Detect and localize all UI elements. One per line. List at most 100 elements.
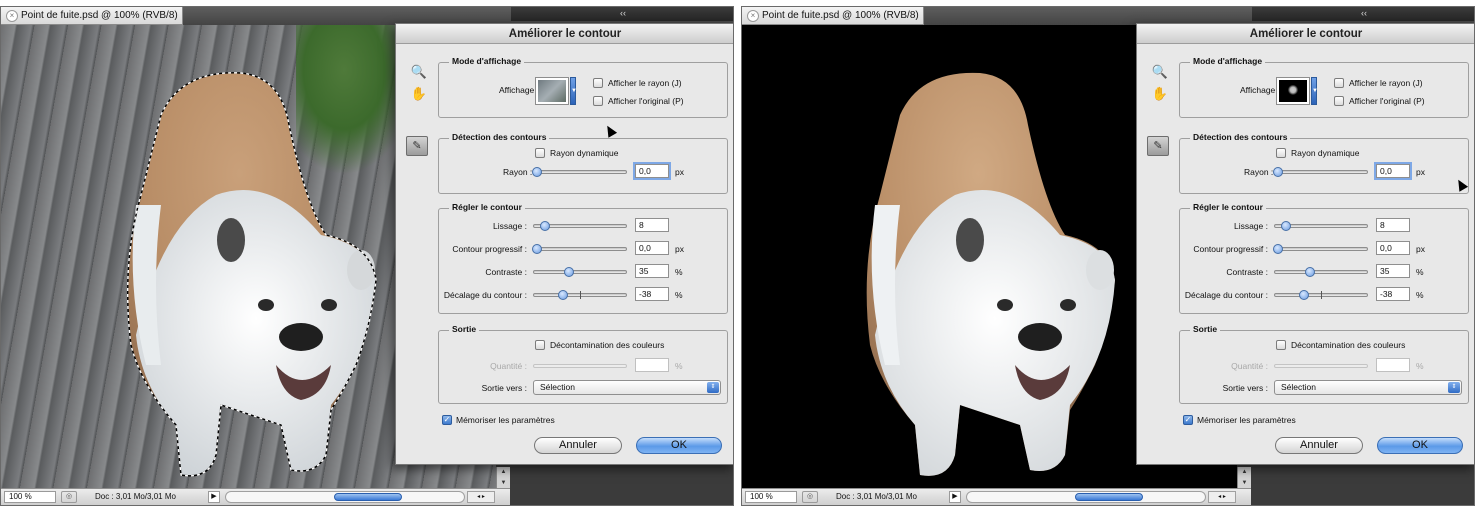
- adjust-edge-group: Régler le contour Lissage : 8 Contour pr…: [438, 202, 728, 314]
- feather-field[interactable]: 0,0: [1376, 241, 1410, 255]
- contrast-slider[interactable]: [533, 267, 627, 277]
- dog-image-on-black: [866, 72, 1115, 476]
- zoom-tool-icon[interactable]: 🔍: [410, 64, 428, 80]
- radius-slider[interactable]: [532, 167, 627, 177]
- zoom-field[interactable]: 100 %: [4, 491, 56, 503]
- radius-label: Rayon :: [1244, 167, 1274, 177]
- cancel-button[interactable]: Annuler: [1275, 437, 1363, 454]
- shift-edge-field[interactable]: -38: [635, 287, 669, 301]
- shift-edge-slider[interactable]: [1274, 290, 1368, 300]
- ok-button[interactable]: OK: [636, 437, 722, 454]
- feather-slider-knob[interactable]: [532, 244, 542, 254]
- document-tab[interactable]: × Point de fuite.psd @ 100% (RVB/8): [1, 7, 183, 25]
- output-to-label: Sortie vers :: [481, 383, 527, 393]
- contrast-slider-knob[interactable]: [564, 267, 574, 277]
- shift-edge-slider-knob[interactable]: [558, 290, 568, 300]
- view-mode-dropdown-icon[interactable]: ▼: [570, 77, 577, 105]
- shift-edge-unit: %: [675, 290, 683, 300]
- status-bar: 100 % ◎ Doc : 3,01 Mo/3,01 Mo ▶ ◂ ▸: [742, 488, 1251, 505]
- zoom-field[interactable]: 100 %: [745, 491, 797, 503]
- decontaminate-checkbox[interactable]: [535, 340, 545, 350]
- select-arrows-icon: ⇕: [1448, 382, 1460, 393]
- smooth-slider-knob[interactable]: [540, 221, 550, 231]
- contrast-slider[interactable]: [1274, 267, 1368, 277]
- horizontal-scroll-thumb[interactable]: [334, 493, 402, 501]
- status-icon[interactable]: ◎: [802, 491, 818, 503]
- view-mode-thumbnail[interactable]: [535, 77, 569, 105]
- hand-tool-icon[interactable]: ✋: [410, 86, 428, 102]
- decontaminate-label: Décontamination des couleurs: [1291, 340, 1406, 350]
- vertical-scroll-arrows[interactable]: ▲ ▼: [1237, 467, 1251, 489]
- smooth-slider[interactable]: [1274, 221, 1368, 231]
- show-original-checkbox[interactable]: [593, 96, 603, 106]
- output-to-select[interactable]: Sélection ⇕: [533, 380, 721, 395]
- adjust-edge-title: Régler le contour: [449, 202, 525, 212]
- contrast-field[interactable]: 35: [1376, 264, 1410, 278]
- contrast-field[interactable]: 35: [635, 264, 669, 278]
- close-icon[interactable]: ×: [6, 10, 18, 22]
- status-icon[interactable]: ◎: [61, 491, 77, 503]
- radius-field[interactable]: 0,0: [1374, 162, 1412, 180]
- show-original-checkbox[interactable]: [1334, 96, 1344, 106]
- doc-size-info: Doc : 3,01 Mo/3,01 Mo: [836, 492, 917, 501]
- view-mode-dropdown-icon[interactable]: ▼: [1311, 77, 1318, 105]
- horizontal-scroll-arrows[interactable]: ◂ ▸: [467, 491, 495, 503]
- smart-radius-checkbox[interactable]: [1276, 148, 1286, 158]
- radius-unit: px: [675, 167, 684, 177]
- shift-edge-slider[interactable]: [533, 290, 627, 300]
- feather-slider[interactable]: [1273, 244, 1368, 254]
- horizontal-scroll-arrows[interactable]: ◂ ▸: [1208, 491, 1236, 503]
- show-radius-checkbox[interactable]: [593, 78, 603, 88]
- show-radius-checkbox[interactable]: [1334, 78, 1344, 88]
- horizontal-scrollbar[interactable]: [225, 491, 465, 503]
- smooth-slider-knob[interactable]: [1281, 221, 1291, 231]
- status-menu-arrow-icon[interactable]: ▶: [208, 491, 220, 503]
- ok-button[interactable]: OK: [1377, 437, 1463, 454]
- output-to-select[interactable]: Sélection ⇕: [1274, 380, 1462, 395]
- scroll-up-icon[interactable]: ▲: [1238, 467, 1251, 478]
- radius-slider-knob[interactable]: [1273, 167, 1283, 177]
- smart-radius-checkbox[interactable]: [535, 148, 545, 158]
- shift-edge-field[interactable]: -38: [1376, 287, 1410, 301]
- decontaminate-checkbox[interactable]: [1276, 340, 1286, 350]
- radius-unit: px: [1416, 167, 1425, 177]
- radius-slider[interactable]: [1273, 167, 1368, 177]
- output-group: Sortie Décontamination des couleurs Quan…: [1179, 324, 1469, 404]
- vertical-scroll-arrows[interactable]: ▲ ▼: [496, 467, 510, 489]
- smart-radius-label: Rayon dynamique: [1291, 148, 1360, 158]
- horizontal-scrollbar[interactable]: [966, 491, 1206, 503]
- contrast-unit: %: [675, 267, 683, 277]
- refine-radius-tool-icon[interactable]: ✎: [406, 136, 428, 156]
- decontaminate-label: Décontamination des couleurs: [550, 340, 665, 350]
- cancel-button[interactable]: Annuler: [534, 437, 622, 454]
- shift-edge-label: Décalage du contour :: [1184, 290, 1268, 300]
- collapse-panels-icon[interactable]: ‹‹: [1252, 7, 1474, 21]
- view-mode-thumbnail[interactable]: [1276, 77, 1310, 105]
- feather-slider-knob[interactable]: [1273, 244, 1283, 254]
- document-tab[interactable]: × Point de fuite.psd @ 100% (RVB/8): [742, 7, 924, 25]
- feather-slider[interactable]: [532, 244, 627, 254]
- close-icon[interactable]: ×: [747, 10, 759, 22]
- remember-settings-checkbox[interactable]: ✓: [1183, 415, 1193, 425]
- zoom-tool-icon[interactable]: 🔍: [1151, 64, 1169, 80]
- horizontal-scroll-thumb[interactable]: [1075, 493, 1143, 501]
- shift-edge-slider-knob[interactable]: [1299, 290, 1309, 300]
- document-title: Point de fuite.psd @ 100% (RVB/8): [21, 10, 178, 21]
- smooth-slider[interactable]: [533, 221, 627, 231]
- feather-field[interactable]: 0,0: [635, 241, 669, 255]
- adjust-edge-group: Régler le contour Lissage : 8 Contour pr…: [1179, 202, 1469, 314]
- remember-settings-label: Mémoriser les paramètres: [1197, 415, 1296, 425]
- remember-settings-checkbox[interactable]: ✓: [442, 415, 452, 425]
- radius-field[interactable]: 0,0: [633, 162, 671, 180]
- smooth-field[interactable]: 8: [1376, 218, 1410, 232]
- contrast-slider-knob[interactable]: [1305, 267, 1315, 277]
- smooth-field[interactable]: 8: [635, 218, 669, 232]
- scroll-up-icon[interactable]: ▲: [497, 467, 510, 478]
- document-title: Point de fuite.psd @ 100% (RVB/8): [762, 10, 919, 21]
- collapse-panels-icon[interactable]: ‹‹: [511, 7, 733, 21]
- status-menu-arrow-icon[interactable]: ▶: [949, 491, 961, 503]
- radius-slider-knob[interactable]: [532, 167, 542, 177]
- dog-image-with-marching-ants: [126, 72, 377, 477]
- refine-radius-tool-icon[interactable]: ✎: [1147, 136, 1169, 156]
- hand-tool-icon[interactable]: ✋: [1151, 86, 1169, 102]
